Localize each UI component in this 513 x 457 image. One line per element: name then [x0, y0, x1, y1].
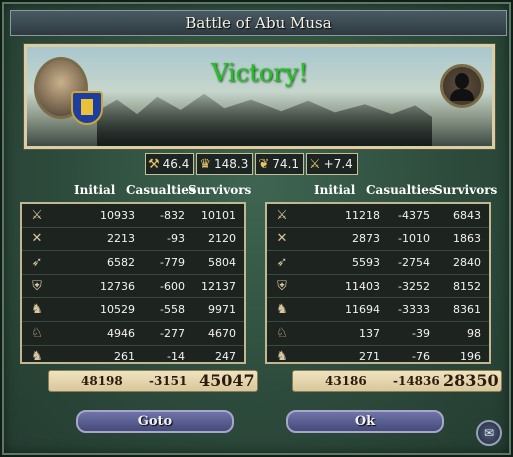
coat-of-arms-icon[interactable]: [71, 91, 103, 125]
laurel-icon: ❦: [258, 156, 270, 172]
army-illustration: [97, 93, 432, 146]
header-casualties: Casualties: [366, 183, 436, 197]
knight-icon: ♞: [31, 349, 43, 365]
modifier-attack[interactable]: ⚒ 46.4: [145, 153, 195, 175]
header-initial: Initial: [74, 183, 116, 197]
battle-result-window: Battle of Abu Musa Victory! ⚒ 46.4 ♛ 148…: [0, 0, 513, 457]
ok-button[interactable]: Ok: [286, 410, 444, 433]
battle-result-text: Victory!: [211, 59, 308, 87]
table-row[interactable]: ♞ 271 -76 196: [267, 346, 489, 369]
left-army-table: ⚔ 10933 -832 10101 ✕ 2213 -93 2120 ➶ 658…: [20, 202, 246, 364]
modifier-value: 46.4: [162, 157, 190, 171]
table-row[interactable]: ⚔ 11218 -4375 6843: [267, 204, 489, 228]
table-row[interactable]: ⚔ 10933 -832 10101: [22, 204, 244, 228]
modifier-terrain[interactable]: ⚔ +7.4: [306, 153, 358, 175]
crossed-swords-icon: ✕: [31, 231, 43, 247]
window-title: Battle of Abu Musa: [10, 10, 507, 36]
bow-icon: ➶: [31, 254, 43, 270]
table-row[interactable]: ⛨ 11403 -3252 8152: [267, 275, 489, 299]
mail-icon[interactable]: ✉: [476, 420, 502, 446]
heavy-shield-icon: ⛨: [277, 278, 287, 294]
table-row[interactable]: ✕ 2213 -93 2120: [22, 228, 244, 252]
heavy-shield-icon: ⛨: [32, 278, 42, 294]
header-survivors: Survivors: [188, 183, 252, 197]
modifier-value: 74.1: [272, 157, 300, 171]
header-survivors: Survivors: [434, 183, 498, 197]
table-row[interactable]: ♞ 261 -14 247: [22, 346, 244, 369]
unknown-commander-icon: [455, 73, 469, 89]
table-row[interactable]: ♞ 11694 -3333 8361: [267, 298, 489, 322]
modifier-value: +7.4: [323, 157, 353, 171]
shield-spear-icon: ⚔: [276, 207, 288, 223]
table-row[interactable]: ✕ 2873 -1010 1863: [267, 228, 489, 252]
right-army-table: ⚔ 11218 -4375 6843 ✕ 2873 -1010 1863 ➶ 5…: [265, 202, 491, 364]
shield-spear-icon: ⚔: [31, 207, 43, 223]
goto-button[interactable]: Goto: [76, 410, 234, 433]
crown-icon: ♛: [199, 156, 212, 172]
table-row[interactable]: ♘ 137 -39 98: [267, 322, 489, 346]
cavalry-icon: ♞: [31, 302, 43, 318]
bow-icon: ➶: [276, 254, 288, 270]
table-row[interactable]: ➶ 6582 -779 5804: [22, 251, 244, 275]
cavalry-icon: ♞: [276, 302, 288, 318]
header-initial: Initial: [314, 183, 356, 197]
header-casualties: Casualties: [126, 183, 196, 197]
left-totals-bar: 48198 -3151 45047: [48, 370, 258, 392]
table-row[interactable]: ♞ 10529 -558 9971: [22, 298, 244, 322]
crossed-swords-icon: ✕: [276, 231, 288, 247]
total-initial: 48198: [81, 374, 123, 388]
crossed-axes-icon: ⚒: [148, 156, 160, 172]
terrain-icon: ⚔: [309, 156, 321, 172]
modifier-morale[interactable]: ❦ 74.1: [255, 153, 305, 175]
commander-portrait-right[interactable]: [440, 64, 484, 108]
modifier-prestige[interactable]: ♛ 148.3: [196, 153, 254, 175]
table-row[interactable]: ⛨ 12736 -600 12137: [22, 275, 244, 299]
total-casualties: -14836: [393, 374, 440, 388]
table-row[interactable]: ➶ 5593 -2754 2840: [267, 251, 489, 275]
horse-archer-icon: ♘: [31, 325, 43, 341]
knight-icon: ♞: [276, 349, 288, 365]
modifier-value: 148.3: [214, 157, 249, 171]
total-initial: 43186: [325, 374, 367, 388]
table-row[interactable]: ♘ 4946 -277 4670: [22, 322, 244, 346]
total-casualties: -3151: [149, 374, 188, 388]
horse-archer-icon: ♘: [276, 325, 288, 341]
right-totals-bar: 43186 -14836 28350: [292, 370, 502, 392]
battle-modifiers-bar: ⚒ 46.4 ♛ 148.3 ❦ 74.1 ⚔ +7.4: [145, 153, 358, 175]
battle-banner: Victory!: [24, 44, 495, 149]
total-survivors: 45047: [199, 371, 255, 390]
total-survivors: 28350: [443, 371, 499, 390]
